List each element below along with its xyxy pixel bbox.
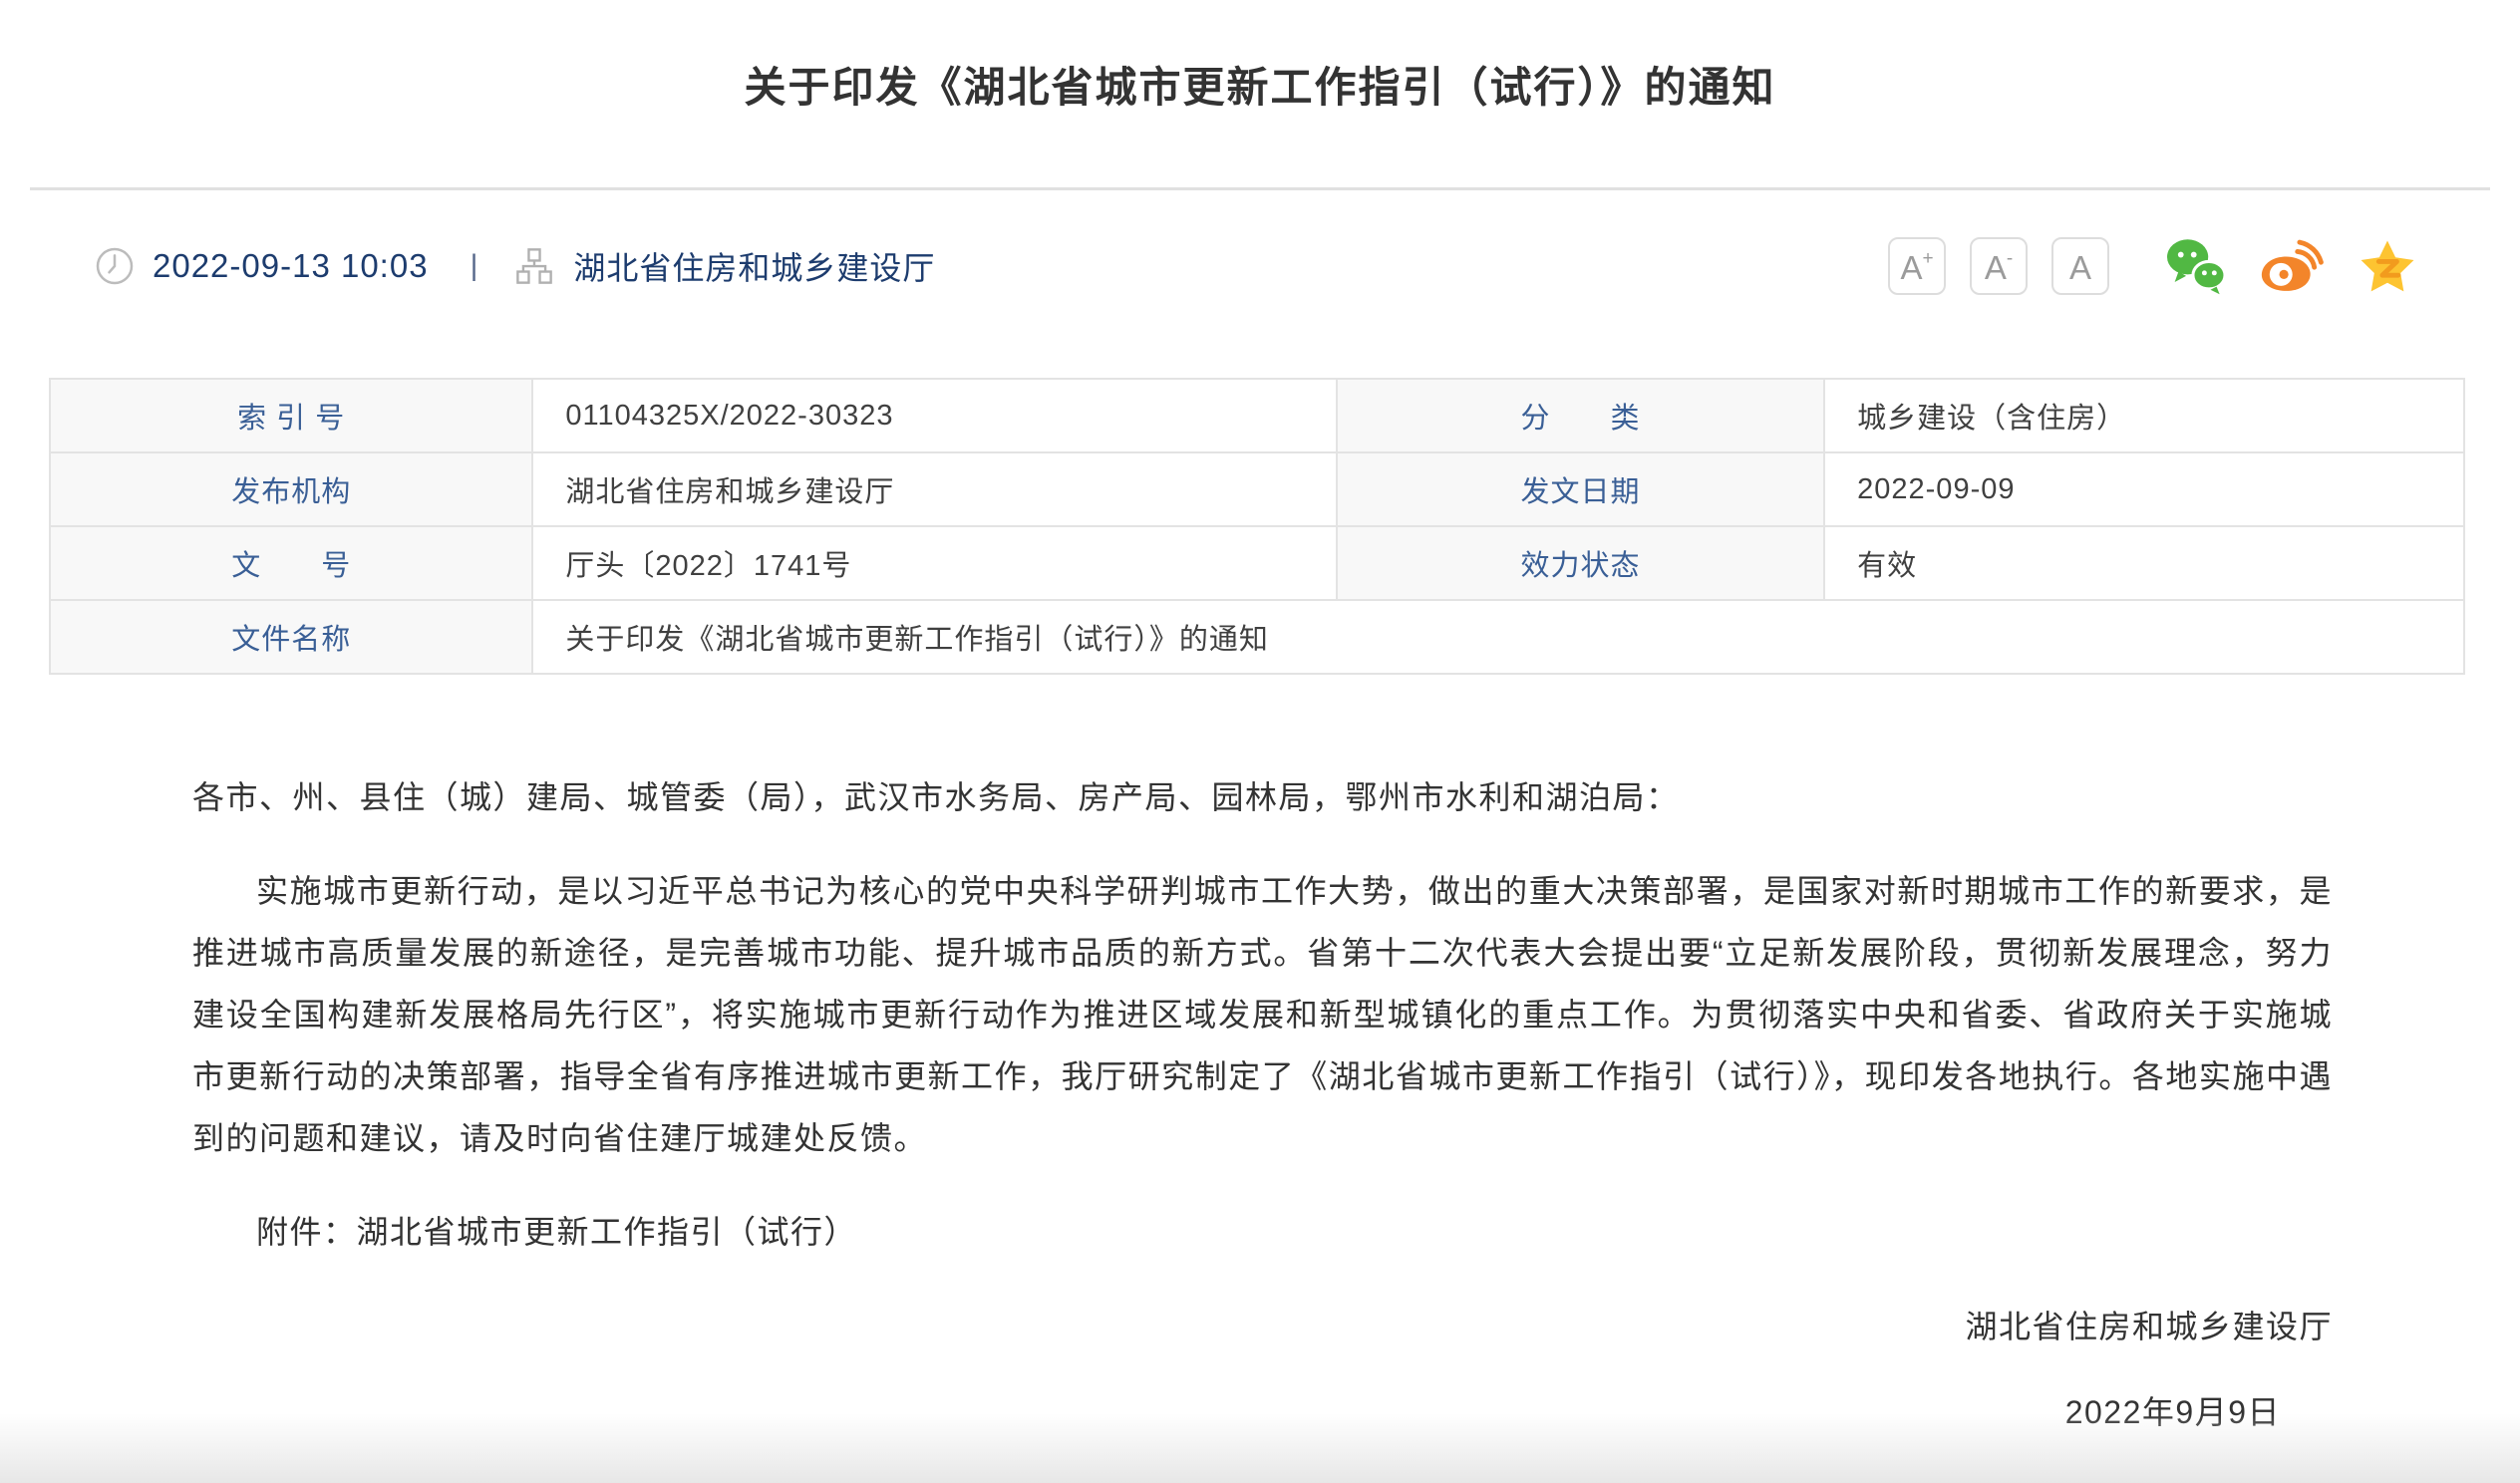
page: 关于印发《湖北省城市更新工作指引（试行）》的通知 2022-09-13 10:0…: [0, 58, 2520, 1483]
meta-bar: 2022-09-13 10:03 | 湖北省住房和城乡建设厅 A+ A- A: [95, 234, 2420, 298]
info-value-validity-status: 有效: [1824, 526, 2464, 600]
font-decrease-button[interactable]: A-: [1970, 237, 2028, 295]
font-increase-button[interactable]: A+: [1888, 237, 1946, 295]
info-value-document-title: 关于印发《湖北省城市更新工作指引（试行）》的通知: [532, 600, 2464, 674]
info-value-issue-date: 2022-09-09: [1824, 452, 2464, 526]
publish-time: 2022-09-13 10:03: [153, 247, 429, 285]
qzone-star-icon[interactable]: [2355, 236, 2420, 296]
info-value-issuing-agency: 湖北省住房和城乡建设厅: [532, 452, 1337, 526]
attachment-line: 附件：湖北省城市更新工作指引（试行）: [192, 1201, 2333, 1263]
info-value-category: 城乡建设（含住房）: [1824, 379, 2464, 452]
table-row: 文件名称 关于印发《湖北省城市更新工作指引（试行）》的通知: [50, 600, 2464, 674]
clock-icon: [95, 246, 135, 286]
info-value-index-number: 01104325X/2022-30323: [532, 379, 1337, 452]
font-reset-button[interactable]: A: [2051, 237, 2109, 295]
font-reset-label: A: [2069, 251, 2091, 284]
info-label-doc-number: 文 号: [50, 526, 532, 600]
main-paragraph: 实施城市更新行动，是以习近平总书记为核心的党中央科学研判城市工作大势，做出的重大…: [192, 860, 2333, 1169]
source-link[interactable]: 湖北省住房和城乡建设厅: [573, 243, 935, 289]
org-structure-icon: [515, 247, 553, 285]
info-label-issuing-agency: 发布机构: [50, 452, 532, 526]
signature-date: 2022年9月9日: [192, 1381, 2333, 1443]
signature: 湖北省住房和城乡建设厅: [192, 1296, 2333, 1357]
salutation: 各市、州、县住（城）建局、城管委（局），武汉市水务局、房产局、园林局，鄂州市水利…: [192, 766, 2333, 828]
meta-left: 2022-09-13 10:03 | 湖北省住房和城乡建设厅: [95, 243, 935, 289]
weibo-icon[interactable]: [2259, 236, 2325, 296]
font-increase-label: A: [1900, 251, 1922, 284]
table-row: 发布机构 湖北省住房和城乡建设厅 发文日期 2022-09-09: [50, 452, 2464, 526]
info-label-issue-date: 发文日期: [1337, 452, 1824, 526]
info-label-category: 分 类: [1337, 379, 1824, 452]
page-title: 关于印发《湖北省城市更新工作指引（试行）》的通知: [0, 58, 2520, 118]
wechat-icon[interactable]: [2163, 236, 2229, 296]
font-decrease-label: A: [1985, 251, 2007, 284]
info-table: 索 引 号 01104325X/2022-30323 分 类 城乡建设（含住房）…: [49, 378, 2465, 675]
info-label-validity-status: 效力状态: [1337, 526, 1824, 600]
font-decrease-sup: -: [2007, 249, 2013, 268]
font-increase-sup: +: [1922, 249, 1933, 268]
info-value-doc-number: 厅头〔2022〕1741号: [532, 526, 1337, 600]
info-label-index-number: 索 引 号: [50, 379, 532, 452]
meta-right: A+ A- A: [1888, 236, 2420, 296]
meta-separator: |: [471, 249, 478, 283]
table-row: 文 号 厅头〔2022〕1741号 效力状态 有效: [50, 526, 2464, 600]
table-row: 索 引 号 01104325X/2022-30323 分 类 城乡建设（含住房）: [50, 379, 2464, 452]
header-divider: [30, 187, 2490, 190]
document-body: 各市、州、县住（城）建局、城管委（局），武汉市水务局、房产局、园林局，鄂州市水利…: [192, 766, 2333, 1443]
info-label-document-title: 文件名称: [50, 600, 532, 674]
